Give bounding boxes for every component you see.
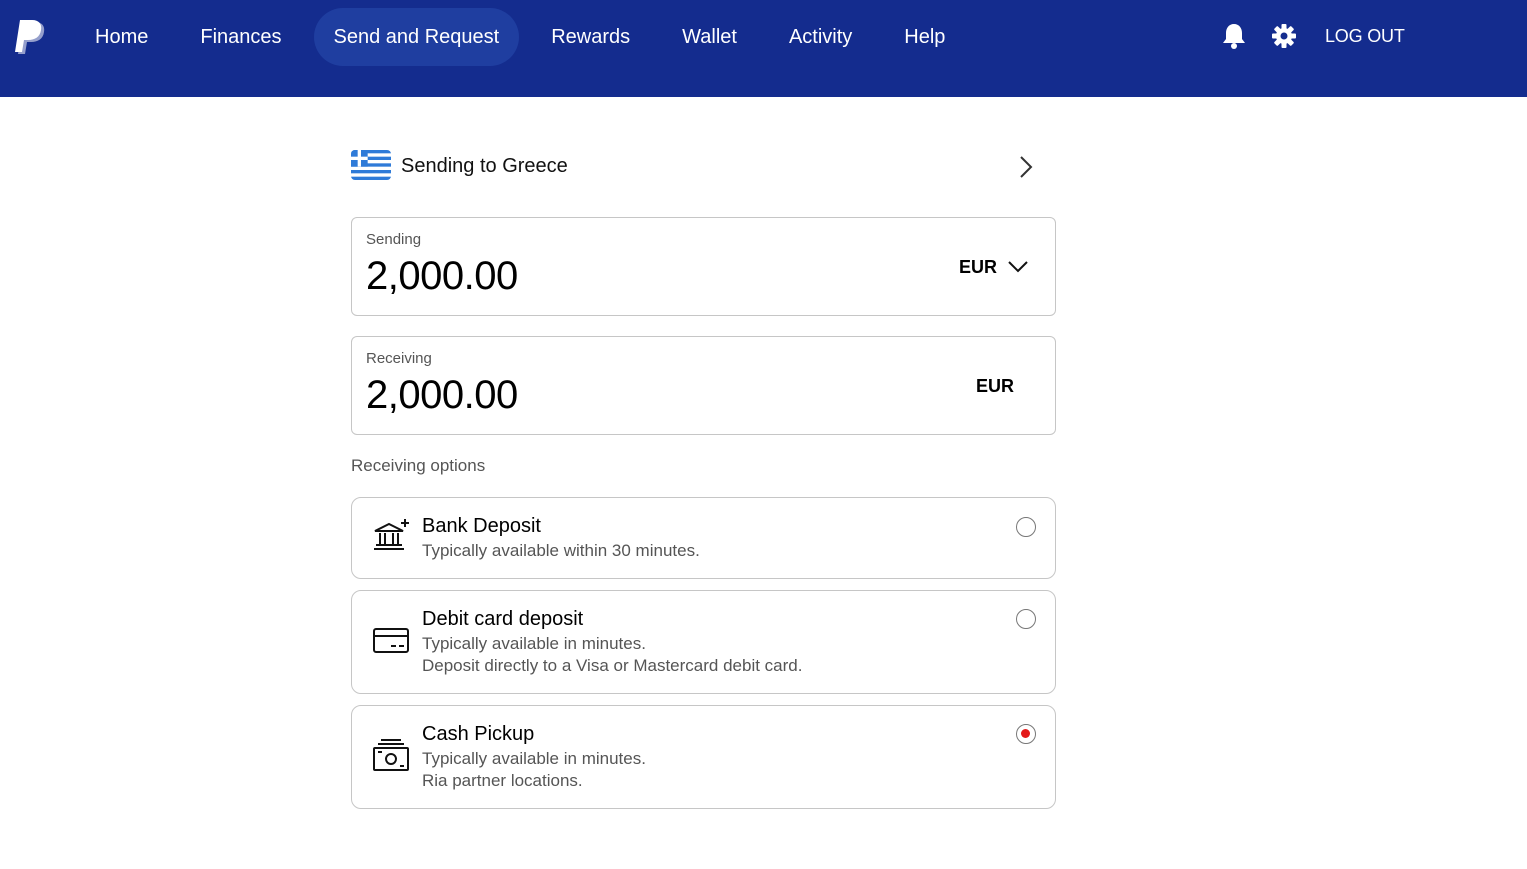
- option-description: Typically available in minutes.: [422, 634, 646, 653]
- option-title: Debit card deposit: [422, 608, 584, 630]
- destination-label: Sending to Greece: [401, 155, 568, 177]
- sending-currency-select[interactable]: EUR: [959, 257, 997, 278]
- option-bank-deposit[interactable]: Bank Deposit Typically available within …: [351, 497, 1056, 579]
- radio-debit-card-deposit[interactable]: [1016, 609, 1036, 629]
- receiving-options-heading: Receiving options: [351, 456, 486, 475]
- option-title: Bank Deposit: [422, 515, 541, 537]
- radio-bank-deposit[interactable]: [1016, 517, 1036, 537]
- main-nav: Home Finances Send and Request Rewards W…: [75, 8, 977, 66]
- chevron-down-icon[interactable]: [1006, 258, 1030, 276]
- gear-icon[interactable]: [1271, 23, 1297, 49]
- receiving-currency: EUR: [976, 376, 1015, 396]
- nav-help[interactable]: Help: [884, 8, 965, 66]
- sending-label: Sending: [366, 231, 422, 248]
- top-navigation-bar: Home Finances Send and Request Rewards W…: [0, 0, 1527, 97]
- chevron-right-icon[interactable]: [1015, 154, 1037, 180]
- greece-flag-icon: [351, 150, 391, 180]
- sending-amount[interactable]: 2,000.00: [366, 254, 518, 299]
- nav-rewards[interactable]: Rewards: [531, 8, 650, 66]
- bank-icon: [374, 519, 409, 550]
- debit-card-icon: [373, 628, 409, 653]
- radio-cash-pickup[interactable]: [1016, 724, 1036, 744]
- logout-link[interactable]: LOG OUT: [1325, 26, 1405, 47]
- paypal-logo-icon[interactable]: [14, 20, 46, 58]
- bell-icon[interactable]: [1221, 22, 1247, 50]
- receiving-label: Receiving: [366, 350, 432, 367]
- option-title: Cash Pickup: [422, 723, 535, 745]
- receiving-amount-field[interactable]: Receiving 2,000.00 EUR: [351, 336, 1056, 435]
- radio-selected-dot: [1021, 729, 1030, 738]
- destination-selector[interactable]: Sending to Greece: [351, 146, 1056, 188]
- sending-amount-field[interactable]: Sending 2,000.00 EUR: [351, 217, 1056, 316]
- nav-home[interactable]: Home: [75, 8, 168, 66]
- option-detail: Ria partner locations.: [422, 771, 583, 790]
- receiving-amount[interactable]: 2,000.00: [366, 373, 518, 418]
- option-debit-card-deposit[interactable]: Debit card deposit Typically available i…: [351, 590, 1056, 694]
- option-cash-pickup[interactable]: Cash Pickup Typically available in minut…: [351, 705, 1056, 809]
- nav-finances[interactable]: Finances: [180, 8, 301, 66]
- cash-icon: [373, 739, 409, 771]
- nav-wallet[interactable]: Wallet: [662, 8, 757, 66]
- nav-activity[interactable]: Activity: [769, 8, 872, 66]
- option-detail: Deposit directly to a Visa or Mastercard…: [422, 656, 803, 675]
- option-description: Typically available within 30 minutes.: [422, 541, 700, 560]
- nav-send-and-request[interactable]: Send and Request: [313, 8, 520, 66]
- option-description: Typically available in minutes.: [422, 749, 646, 768]
